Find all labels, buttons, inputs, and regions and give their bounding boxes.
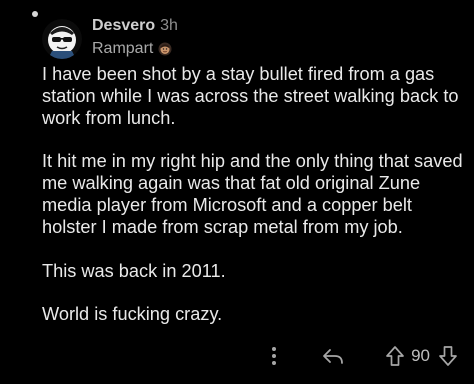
- comment-body: I have been shot by a stay bullet fired …: [42, 64, 470, 348]
- user-flair: Rampart: [92, 39, 178, 59]
- upvote-button[interactable]: [385, 345, 405, 367]
- username[interactable]: Desvero: [92, 16, 155, 36]
- comment-paragraph: This was back in 2011.: [42, 260, 226, 281]
- comment: Desvero 3h Rampart I have been shot by a…: [0, 0, 474, 384]
- downvote-arrow-icon: [439, 346, 457, 366]
- thread-indicator-dot: [32, 11, 38, 17]
- upvote-arrow-icon: [386, 346, 404, 366]
- comment-paragraph: World is fucking crazy.: [42, 304, 223, 325]
- more-vertical-icon: [272, 347, 277, 365]
- comment-paragraph: I have been shot by a stay bullet fired …: [42, 64, 459, 128]
- flair-text: Rampart: [92, 40, 154, 57]
- comment-paragraph: It hit me in my right hip and the only t…: [42, 151, 463, 237]
- more-options-button[interactable]: [267, 346, 281, 366]
- comment-header: Desvero 3h Rampart: [92, 16, 178, 59]
- avatar-icon: [42, 19, 82, 59]
- reply-button[interactable]: [321, 346, 345, 366]
- reply-icon: [323, 349, 343, 364]
- avatar[interactable]: [42, 19, 82, 59]
- rampart-face-icon: [158, 42, 172, 56]
- comment-actions: 90: [267, 345, 458, 367]
- downvote-button[interactable]: [438, 345, 458, 367]
- timestamp: 3h: [160, 17, 178, 34]
- vote-score: 90: [411, 346, 430, 365]
